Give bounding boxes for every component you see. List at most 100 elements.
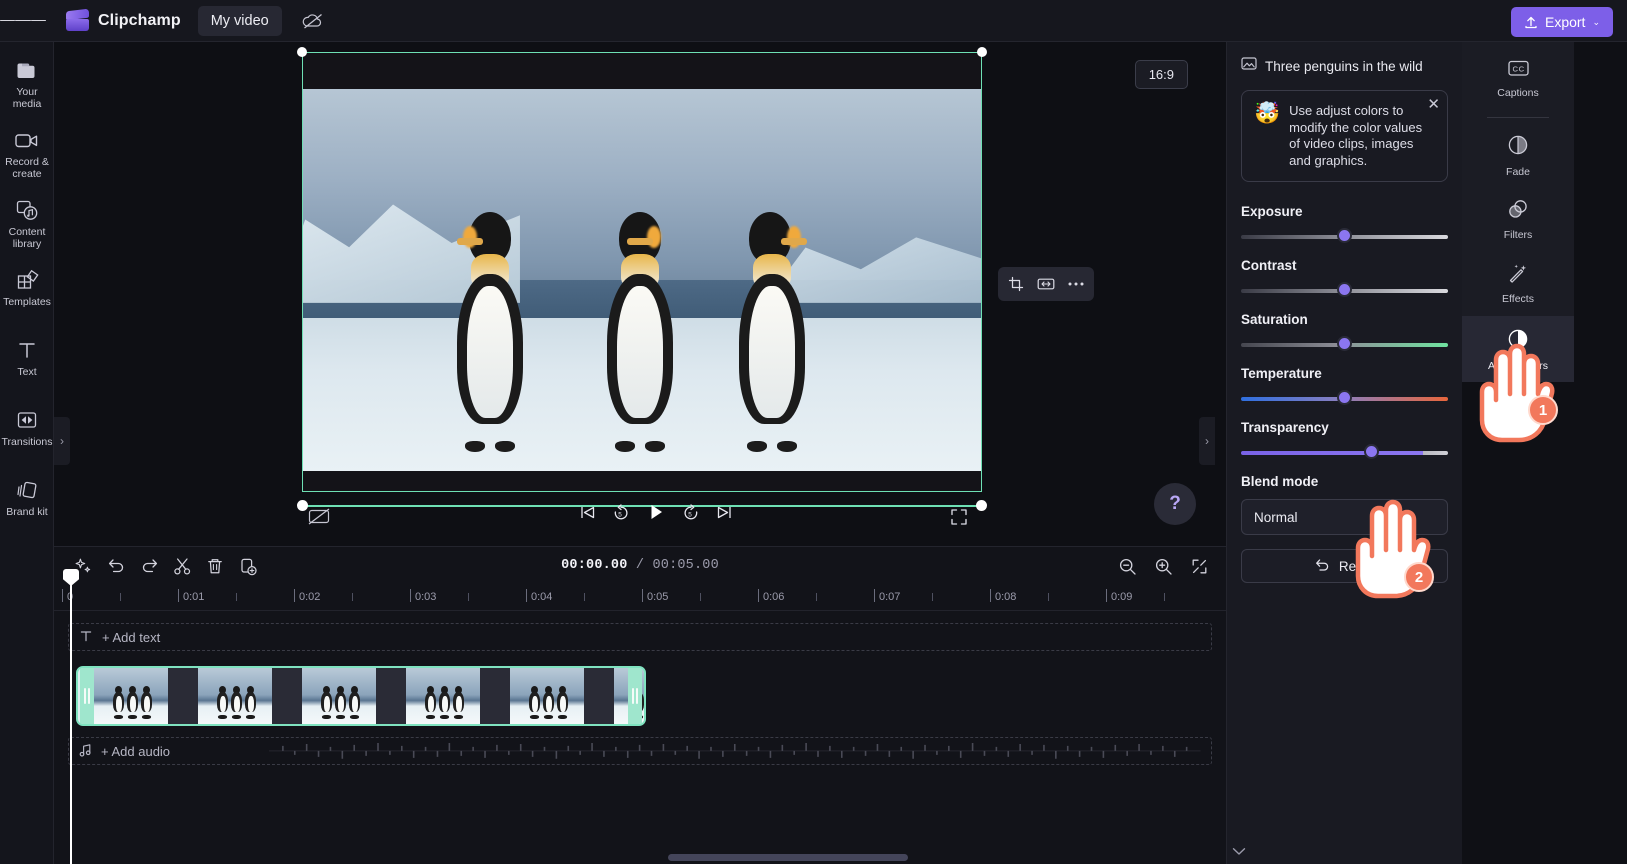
add-audio-track[interactable]: + Add audio: [68, 737, 1212, 765]
media-folder-icon: [15, 58, 39, 82]
fullscreen-icon[interactable]: [950, 508, 976, 530]
svg-text:5: 5: [618, 511, 622, 518]
crop-icon[interactable]: [1002, 271, 1030, 297]
thumbnail: [94, 668, 168, 724]
scrollbar-thumb[interactable]: [668, 854, 908, 861]
image-clip-icon: [1241, 56, 1257, 76]
transparency-slider-thumb[interactable]: [1363, 444, 1379, 459]
tool-label: Filters: [1503, 228, 1533, 241]
exposure-slider-thumb[interactable]: [1337, 228, 1352, 243]
skip-to-start-icon[interactable]: [579, 505, 596, 520]
project-name-field[interactable]: My video: [197, 5, 282, 36]
rewind-5-seconds-icon[interactable]: 5: [612, 503, 630, 521]
left-sidebar: Your media Record & create Content libra…: [0, 42, 54, 864]
chevron-down-icon: ⌄: [1592, 16, 1600, 27]
timeline-horizontal-scrollbar[interactable]: [68, 847, 1246, 861]
playhead[interactable]: [63, 569, 79, 864]
contrast-label: Contrast: [1241, 258, 1297, 273]
ruler-label: 0:03: [415, 591, 437, 603]
penguin-center: [603, 212, 677, 453]
clip-thumbnails: [94, 668, 644, 724]
add-text-track[interactable]: + Add text: [68, 623, 1212, 651]
effects-wand-icon: [1506, 262, 1530, 289]
sidebar-item-label: Brand kit: [6, 506, 48, 518]
top-bar: Clipchamp My video Export ⌄: [0, 0, 1627, 42]
floating-clip-toolbar: [998, 267, 1094, 301]
timeline-ruler[interactable]: 0 0:01 0:02 0:03 0:04 0:05 0:06 0:07 0:0: [54, 585, 1226, 611]
sidebar-item-your-media[interactable]: Your media: [0, 52, 54, 112]
tool-filters[interactable]: Filters: [1462, 188, 1574, 250]
sidebar-item-brand-kit[interactable]: Brand kit: [0, 472, 54, 532]
templates-icon: [16, 268, 39, 292]
chevron-down-icon[interactable]: [1226, 840, 1252, 862]
video-preview-frame[interactable]: [297, 47, 987, 492]
saturation-slider[interactable]: [1241, 336, 1448, 351]
clip-trim-handle-left[interactable]: [80, 668, 94, 724]
temperature-slider-thumb[interactable]: [1337, 390, 1352, 405]
sidebar-item-label: Templates: [3, 296, 51, 308]
forward-5-seconds-icon[interactable]: 5: [682, 503, 700, 521]
sidebar-item-content-library[interactable]: Content library: [0, 192, 54, 252]
text-icon: [17, 338, 37, 362]
tool-fade[interactable]: Fade: [1462, 124, 1574, 186]
audio-waveform: [269, 742, 1201, 759]
camera-icon: [14, 128, 40, 152]
resize-handle-top-right[interactable]: [977, 47, 987, 57]
play-icon[interactable]: [646, 502, 666, 522]
sidebar-item-templates[interactable]: Templates: [0, 262, 54, 322]
total-time: 00:05.00: [652, 558, 719, 573]
collapse-properties-panel-button[interactable]: ›: [1199, 417, 1215, 465]
transparency-slider[interactable]: [1241, 444, 1448, 459]
temperature-label: Temperature: [1241, 366, 1322, 381]
seek-handle-start[interactable]: [297, 500, 308, 511]
exposure-slider[interactable]: [1241, 228, 1448, 243]
temperature-control: Temperature: [1241, 366, 1448, 405]
closed-captions-off-icon[interactable]: [308, 508, 334, 530]
clipchamp-logo-icon: [66, 8, 89, 31]
step-badge-2: 2: [1404, 562, 1434, 592]
penguin-right: [735, 212, 809, 453]
help-button[interactable]: ?: [1154, 483, 1196, 525]
zoom-in-icon[interactable]: [1148, 551, 1178, 581]
video-clip-selected[interactable]: [76, 666, 646, 726]
sidebar-item-record-create[interactable]: Record & create: [0, 122, 54, 182]
brand: Clipchamp: [66, 8, 181, 31]
resize-handle-top-left[interactable]: [297, 47, 307, 57]
svg-text:5: 5: [688, 511, 692, 518]
zoom-out-icon[interactable]: [1112, 551, 1142, 581]
seek-handle-end[interactable]: [976, 500, 987, 511]
tool-captions[interactable]: CC Captions: [1462, 48, 1574, 110]
thumbnail: [510, 668, 584, 724]
ruler-label: 0:01: [183, 591, 205, 603]
export-button[interactable]: Export ⌄: [1510, 7, 1613, 37]
fit-fill-icon[interactable]: [1032, 271, 1060, 297]
contrast-slider[interactable]: [1241, 282, 1448, 297]
contrast-slider-thumb[interactable]: [1337, 282, 1352, 297]
brand-kit-icon: [16, 478, 39, 502]
clip-trim-handle-right[interactable]: [628, 668, 642, 724]
fit-timeline-icon[interactable]: [1184, 551, 1214, 581]
sidebar-item-text[interactable]: Text: [0, 332, 54, 392]
more-options-icon[interactable]: [1062, 271, 1090, 297]
skip-to-end-icon[interactable]: [716, 505, 733, 520]
cloud-off-icon[interactable]: [300, 8, 326, 34]
ruler-label: 0:02: [299, 591, 321, 603]
hamburger-menu-icon[interactable]: [0, 0, 46, 42]
expand-sidebar-button[interactable]: ›: [54, 417, 70, 465]
timeline-toolbar: 00:00.00 / 00:05.00: [54, 547, 1226, 585]
aspect-ratio-button[interactable]: 16:9: [1134, 60, 1188, 89]
close-icon[interactable]: ✕: [1427, 97, 1440, 112]
clipchamp-editor: Clipchamp My video Export ⌄ Your media R…: [0, 0, 1627, 864]
clip-title-row: Three penguins in the wild: [1241, 56, 1448, 76]
contrast-control: Contrast: [1241, 258, 1448, 297]
current-time: 00:00.00: [561, 558, 628, 573]
penguin-left: [453, 212, 527, 453]
transparency-control: Transparency: [1241, 420, 1448, 459]
saturation-slider-thumb[interactable]: [1337, 336, 1352, 351]
sidebar-item-transitions[interactable]: Transitions: [0, 402, 54, 462]
tool-effects[interactable]: Effects: [1462, 252, 1574, 314]
transparency-label: Transparency: [1241, 420, 1329, 435]
ruler-label: 0:06: [763, 591, 785, 603]
temperature-slider[interactable]: [1241, 390, 1448, 405]
player-controls: 5 5: [556, 490, 756, 534]
